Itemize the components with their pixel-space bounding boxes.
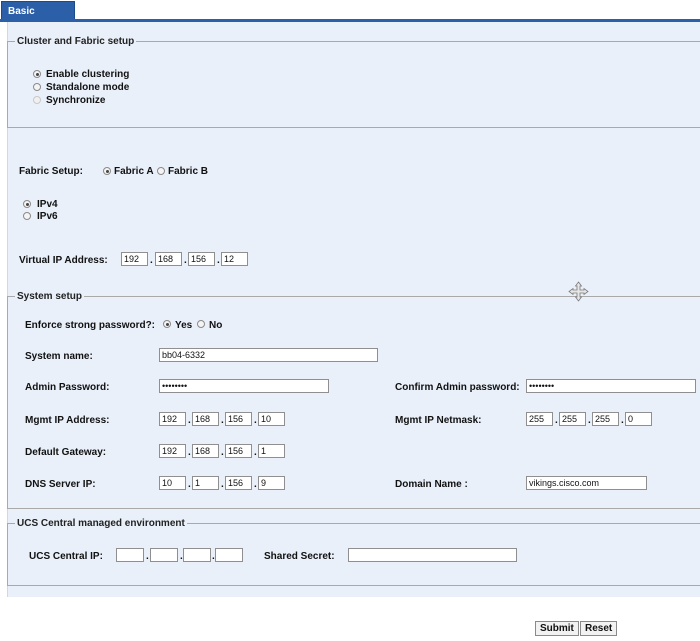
enforce-password-label: Enforce strong password?: bbox=[25, 320, 156, 331]
dot-separator: . bbox=[621, 415, 624, 426]
dot-separator: . bbox=[217, 255, 220, 266]
label-ipv6: IPv6 bbox=[37, 211, 58, 222]
label-ipv4: IPv4 bbox=[37, 199, 58, 210]
submit-button[interactable]: Submit bbox=[535, 621, 579, 636]
dot-separator: . bbox=[588, 415, 591, 426]
netmask-octet-1[interactable] bbox=[526, 412, 553, 426]
mgmt-ip-octet-3[interactable] bbox=[225, 412, 252, 426]
radio-ipv4[interactable] bbox=[23, 200, 31, 208]
ucs-ip-octet-3[interactable] bbox=[183, 548, 211, 562]
system-name-label: System name: bbox=[25, 351, 93, 362]
tab-basic-settings[interactable]: Basic Settings bbox=[1, 1, 75, 36]
gateway-octet-3[interactable] bbox=[225, 444, 252, 458]
dns-label: DNS Server IP: bbox=[25, 479, 96, 490]
dot-separator: . bbox=[221, 447, 224, 458]
label-synchronize: Synchronize bbox=[46, 95, 106, 106]
dot-separator: . bbox=[146, 551, 149, 562]
admin-password-label: Admin Password: bbox=[25, 382, 110, 393]
ucs-ip-octet-1[interactable] bbox=[116, 548, 144, 562]
label-enforce-no: No bbox=[209, 320, 223, 331]
vip-octet-2[interactable] bbox=[155, 252, 182, 266]
dot-separator: . bbox=[150, 255, 153, 266]
dot-separator: . bbox=[254, 415, 257, 426]
dot-separator: . bbox=[221, 479, 224, 490]
netmask-label: Mgmt IP Netmask: bbox=[395, 415, 482, 426]
label-enforce-yes: Yes bbox=[175, 320, 193, 331]
netmask-octet-2[interactable] bbox=[559, 412, 586, 426]
dot-separator: . bbox=[184, 255, 187, 266]
gateway-label: Default Gateway: bbox=[25, 447, 107, 458]
dot-separator: . bbox=[221, 415, 224, 426]
radio-enforce-yes[interactable] bbox=[163, 320, 171, 328]
gateway-octet-1[interactable] bbox=[159, 444, 186, 458]
cluster-legend: Cluster and Fabric setup bbox=[17, 36, 135, 47]
dns-octet-2[interactable] bbox=[192, 476, 219, 490]
domain-name-label: Domain Name : bbox=[395, 479, 468, 490]
dot-separator: . bbox=[555, 415, 558, 426]
mgmt-ip-octet-1[interactable] bbox=[159, 412, 186, 426]
dot-separator: . bbox=[254, 479, 257, 490]
dns-octet-4[interactable] bbox=[258, 476, 285, 490]
confirm-password-input[interactable] bbox=[526, 379, 696, 393]
gateway-octet-4[interactable] bbox=[258, 444, 285, 458]
vip-octet-3[interactable] bbox=[188, 252, 215, 266]
ucs-ip-octet-2[interactable] bbox=[150, 548, 178, 562]
dot-separator: . bbox=[188, 415, 191, 426]
radio-synchronize[interactable] bbox=[33, 96, 41, 104]
mgmt-ip-label: Mgmt IP Address: bbox=[25, 415, 110, 426]
radio-enable-clustering[interactable] bbox=[33, 70, 41, 78]
radio-ipv6[interactable] bbox=[23, 212, 31, 220]
label-enable-clustering: Enable clustering bbox=[46, 69, 130, 80]
gateway-octet-2[interactable] bbox=[192, 444, 219, 458]
label-fabric-a: Fabric A bbox=[114, 166, 154, 177]
move-cursor-icon bbox=[568, 281, 589, 302]
dot-separator: . bbox=[188, 479, 191, 490]
virtual-ip-label: Virtual IP Address: bbox=[19, 255, 108, 266]
radio-standalone-mode[interactable] bbox=[33, 83, 41, 91]
ucs-ip-octet-4[interactable] bbox=[215, 548, 243, 562]
radio-fabric-b[interactable] bbox=[157, 167, 165, 175]
dot-separator: . bbox=[188, 447, 191, 458]
shared-secret-input[interactable] bbox=[348, 548, 517, 562]
confirm-password-label: Confirm Admin password: bbox=[395, 382, 520, 393]
radio-fabric-a[interactable] bbox=[103, 167, 111, 175]
ucs-ip-label: UCS Central IP: bbox=[29, 551, 103, 562]
reset-button[interactable]: Reset bbox=[580, 621, 618, 636]
label-fabric-b: Fabric B bbox=[168, 166, 209, 177]
admin-password-input[interactable] bbox=[159, 379, 329, 393]
ucs-legend: UCS Central managed environment bbox=[17, 518, 185, 529]
radio-enforce-no[interactable] bbox=[197, 320, 205, 328]
dns-octet-1[interactable] bbox=[159, 476, 186, 490]
dns-octet-3[interactable] bbox=[225, 476, 252, 490]
mgmt-ip-octet-4[interactable] bbox=[258, 412, 285, 426]
netmask-octet-3[interactable] bbox=[592, 412, 619, 426]
domain-name-input[interactable] bbox=[526, 476, 647, 490]
netmask-octet-4[interactable] bbox=[625, 412, 652, 426]
label-standalone-mode: Standalone mode bbox=[46, 82, 130, 93]
shared-secret-label: Shared Secret: bbox=[264, 551, 335, 562]
system-legend: System setup bbox=[17, 291, 83, 302]
system-name-input[interactable] bbox=[159, 348, 378, 362]
dot-separator: . bbox=[254, 447, 257, 458]
vip-octet-1[interactable] bbox=[121, 252, 148, 266]
mgmt-ip-octet-2[interactable] bbox=[192, 412, 219, 426]
fabric-setup-label: Fabric Setup: bbox=[19, 166, 83, 177]
vip-octet-4[interactable] bbox=[221, 252, 248, 266]
